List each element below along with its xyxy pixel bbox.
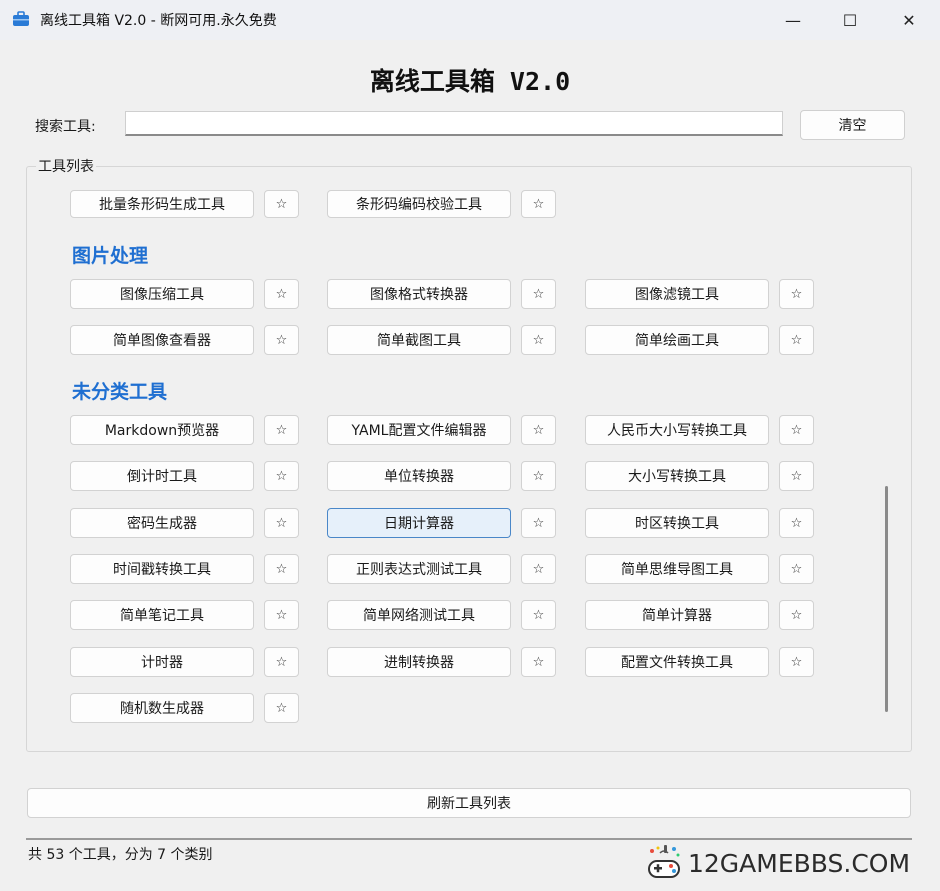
tool-button[interactable]: 进制转换器 xyxy=(327,647,511,677)
tool-button-selected[interactable]: 日期计算器 xyxy=(327,508,511,538)
star-button[interactable]: ☆ xyxy=(264,325,299,355)
star-button[interactable]: ☆ xyxy=(779,461,814,491)
tool-button[interactable]: 计时器 xyxy=(70,647,254,677)
star-button[interactable]: ☆ xyxy=(779,600,814,630)
star-button[interactable]: ☆ xyxy=(264,461,299,491)
category-heading: 未分类工具 xyxy=(72,381,168,403)
tool-button[interactable]: 简单笔记工具 xyxy=(70,600,254,630)
tool-button[interactable]: 大小写转换工具 xyxy=(585,461,769,491)
star-button[interactable]: ☆ xyxy=(264,554,299,584)
tool-button[interactable]: Markdown预览器 xyxy=(70,415,254,445)
minimize-button[interactable]: — xyxy=(770,0,816,40)
tool-button[interactable]: 配置文件转换工具 xyxy=(585,647,769,677)
tool-button[interactable]: 时间戳转换工具 xyxy=(70,554,254,584)
app-heading: 离线工具箱 V2.0 xyxy=(369,67,571,96)
refresh-button[interactable]: 刷新工具列表 xyxy=(27,788,911,818)
tool-button[interactable]: 条形码编码校验工具 xyxy=(327,190,511,218)
star-button[interactable]: ☆ xyxy=(264,600,299,630)
star-button[interactable]: ☆ xyxy=(264,415,299,445)
tool-button[interactable]: 时区转换工具 xyxy=(585,508,769,538)
tool-button[interactable]: 图像格式转换器 xyxy=(327,279,511,309)
star-button[interactable]: ☆ xyxy=(521,508,556,538)
title-bar[interactable]: 离线工具箱 V2.0 - 断网可用.永久免费 — ☐ ✕ xyxy=(0,0,940,40)
toolbox-icon xyxy=(13,11,29,26)
status-text: 共 53 个工具，分为 7 个类别 xyxy=(28,847,213,863)
star-button[interactable]: ☆ xyxy=(264,508,299,538)
tool-button[interactable]: 人民币大小写转换工具 xyxy=(585,415,769,445)
star-button[interactable]: ☆ xyxy=(264,279,299,309)
star-button[interactable]: ☆ xyxy=(264,190,299,218)
star-button[interactable]: ☆ xyxy=(521,325,556,355)
search-input[interactable] xyxy=(125,111,783,136)
tool-list-label: 工具列表 xyxy=(36,156,96,176)
maximize-button[interactable]: ☐ xyxy=(827,0,873,40)
watermark: 12GAMEBBS.COM xyxy=(644,840,938,886)
tool-button[interactable]: 单位转换器 xyxy=(327,461,511,491)
star-button[interactable]: ☆ xyxy=(264,647,299,677)
tool-button[interactable]: 随机数生成器 xyxy=(70,693,254,723)
tool-button[interactable]: 批量条形码生成工具 xyxy=(70,190,254,218)
tool-button[interactable]: 图像压缩工具 xyxy=(70,279,254,309)
star-button[interactable]: ☆ xyxy=(521,600,556,630)
star-button[interactable]: ☆ xyxy=(264,693,299,723)
gamepad-icon xyxy=(648,845,680,878)
watermark-text: 12GAMEBBS.COM xyxy=(688,848,911,878)
star-button[interactable]: ☆ xyxy=(779,415,814,445)
star-button[interactable]: ☆ xyxy=(521,279,556,309)
tool-button[interactable]: 简单绘画工具 xyxy=(585,325,769,355)
tool-button[interactable]: 简单思维导图工具 xyxy=(585,554,769,584)
tool-button[interactable]: 正则表达式测试工具 xyxy=(327,554,511,584)
tool-button[interactable]: 简单计算器 xyxy=(585,600,769,630)
star-button[interactable]: ☆ xyxy=(779,647,814,677)
tool-button[interactable]: 简单截图工具 xyxy=(327,325,511,355)
star-button[interactable]: ☆ xyxy=(521,461,556,491)
tool-button[interactable]: 图像滤镜工具 xyxy=(585,279,769,309)
scrollbar-thumb[interactable] xyxy=(885,486,888,712)
star-button[interactable]: ☆ xyxy=(779,508,814,538)
star-button[interactable]: ☆ xyxy=(521,554,556,584)
tool-button[interactable]: 简单网络测试工具 xyxy=(327,600,511,630)
tool-button[interactable]: YAML配置文件编辑器 xyxy=(327,415,511,445)
search-label: 搜索工具: xyxy=(35,119,96,135)
star-button[interactable]: ☆ xyxy=(521,647,556,677)
star-button[interactable]: ☆ xyxy=(779,325,814,355)
tool-button[interactable]: 倒计时工具 xyxy=(70,461,254,491)
star-button[interactable]: ☆ xyxy=(521,190,556,218)
star-button[interactable]: ☆ xyxy=(779,554,814,584)
window-title: 离线工具箱 V2.0 - 断网可用.永久免费 xyxy=(40,13,277,29)
star-button[interactable]: ☆ xyxy=(521,415,556,445)
app-window: 离线工具箱 V2.0 - 断网可用.永久免费 — ☐ ✕ 离线工具箱 V2.0 … xyxy=(0,0,940,891)
category-heading: 图片处理 xyxy=(72,245,149,267)
close-button[interactable]: ✕ xyxy=(886,0,932,40)
clear-button[interactable]: 清空 xyxy=(800,110,905,140)
tool-button[interactable]: 简单图像查看器 xyxy=(70,325,254,355)
tool-button[interactable]: 密码生成器 xyxy=(70,508,254,538)
star-button[interactable]: ☆ xyxy=(779,279,814,309)
